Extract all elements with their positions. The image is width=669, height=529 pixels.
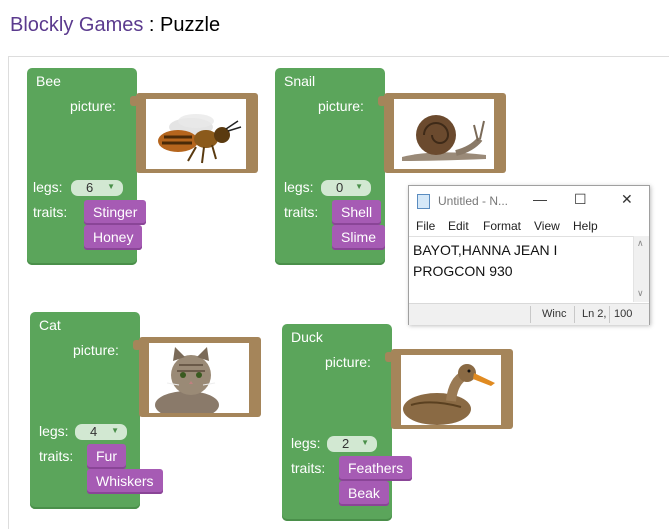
notepad-text-area[interactable]: BAYOT,HANNA JEAN I PROGCON 930 [409, 236, 635, 302]
duck-legs-dropdown[interactable]: 2 ▼ [327, 436, 377, 452]
text-line: PROGCON 930 [413, 263, 513, 279]
cat-traits-label: traits: [39, 448, 74, 464]
menu-format[interactable]: Format [483, 219, 521, 233]
notepad-window[interactable]: Untitled - N... — ☐ ✕ File Edit Format V… [408, 185, 650, 325]
snail-legs-label: legs: [284, 179, 314, 195]
snail-legs-value: 0 [336, 180, 344, 195]
status-divider [530, 306, 531, 323]
menu-edit[interactable]: Edit [448, 219, 469, 233]
snail-trait-block[interactable]: Slime [332, 225, 386, 250]
cat-picture-block[interactable] [133, 337, 261, 417]
bee-name: Bee [36, 73, 61, 89]
duck-trait-block[interactable]: Feathers [339, 456, 413, 481]
bee-trait-block[interactable]: Honey [84, 225, 143, 250]
close-icon[interactable]: ✕ [621, 191, 633, 208]
snail-legs-dropdown[interactable]: 0 ▼ [321, 180, 371, 196]
status-encoding: Winc [542, 308, 567, 320]
notepad-title: Untitled - N... [438, 194, 509, 208]
bee-legs-label: legs: [33, 179, 63, 195]
snail-traits-label: traits: [284, 204, 319, 220]
snail-picture-block[interactable] [378, 93, 506, 173]
cat-legs-label: legs: [39, 423, 69, 439]
status-zoom: 100 [614, 308, 633, 320]
snail-picture-label: picture: [318, 98, 364, 114]
duck-picture [401, 355, 501, 425]
notepad-status-bar: Winc Ln 2, 100 [409, 303, 649, 325]
snail-name: Snail [284, 73, 316, 89]
triangle-down-icon: ▼ [107, 182, 115, 191]
bee-picture-block[interactable] [130, 93, 258, 173]
triangle-down-icon: ▼ [355, 182, 363, 191]
bee-picture [146, 99, 246, 169]
bee-trait-block[interactable]: Stinger [84, 200, 147, 225]
duck-picture-label: picture: [325, 354, 371, 370]
app-title-link[interactable]: Blockly Games [10, 14, 143, 36]
snail-trait-block[interactable]: Shell [332, 200, 382, 225]
picture-connector [133, 340, 141, 350]
triangle-down-icon: ▼ [361, 438, 369, 447]
text-line: BAYOT,HANNA JEAN I [413, 242, 558, 258]
scroll-up-icon[interactable]: ∧ [637, 238, 644, 249]
cat-legs-dropdown[interactable]: 4 ▼ [75, 424, 127, 440]
scroll-down-icon[interactable]: ∨ [637, 288, 644, 299]
notepad-menu-bar: File Edit Format View Help [409, 217, 649, 236]
duck-name: Duck [291, 329, 323, 345]
status-divider [609, 306, 610, 323]
cat-trait-block[interactable]: Whiskers [87, 469, 163, 494]
menu-help[interactable]: Help [573, 219, 598, 233]
snail-picture [394, 99, 494, 169]
cat-trait-block[interactable]: Fur [87, 444, 126, 469]
cat-name: Cat [39, 317, 61, 333]
bee-picture-label: picture: [70, 98, 116, 114]
page-header: Blockly Games : Puzzle [10, 14, 220, 37]
status-position: Ln 2, [582, 308, 607, 320]
menu-file[interactable]: File [416, 219, 435, 233]
picture-connector [385, 352, 393, 362]
cat-legs-value: 4 [90, 424, 98, 439]
maximize-icon[interactable]: ☐ [574, 191, 587, 208]
menu-view[interactable]: View [534, 219, 560, 233]
minimize-icon[interactable]: — [533, 191, 547, 207]
title-separator: : [143, 14, 161, 36]
bee-legs-value: 6 [86, 180, 94, 195]
duck-legs-value: 2 [342, 436, 350, 451]
notepad-icon [417, 194, 430, 209]
status-divider [574, 306, 575, 323]
duck-picture-block[interactable] [385, 349, 513, 429]
picture-connector [378, 96, 386, 106]
cat-picture-label: picture: [73, 342, 119, 358]
triangle-down-icon: ▼ [111, 426, 119, 435]
bee-legs-dropdown[interactable]: 6 ▼ [71, 180, 123, 196]
duck-legs-label: legs: [291, 435, 321, 451]
bee-traits-label: traits: [33, 204, 68, 220]
picture-connector [130, 96, 138, 106]
notepad-title-bar[interactable]: Untitled - N... — ☐ ✕ [409, 186, 649, 216]
duck-traits-label: traits: [291, 460, 326, 476]
duck-trait-block[interactable]: Beak [339, 481, 389, 506]
page-title: Puzzle [160, 14, 221, 36]
vertical-scrollbar[interactable]: ∧ ∨ [633, 236, 649, 302]
cat-picture [149, 343, 249, 413]
